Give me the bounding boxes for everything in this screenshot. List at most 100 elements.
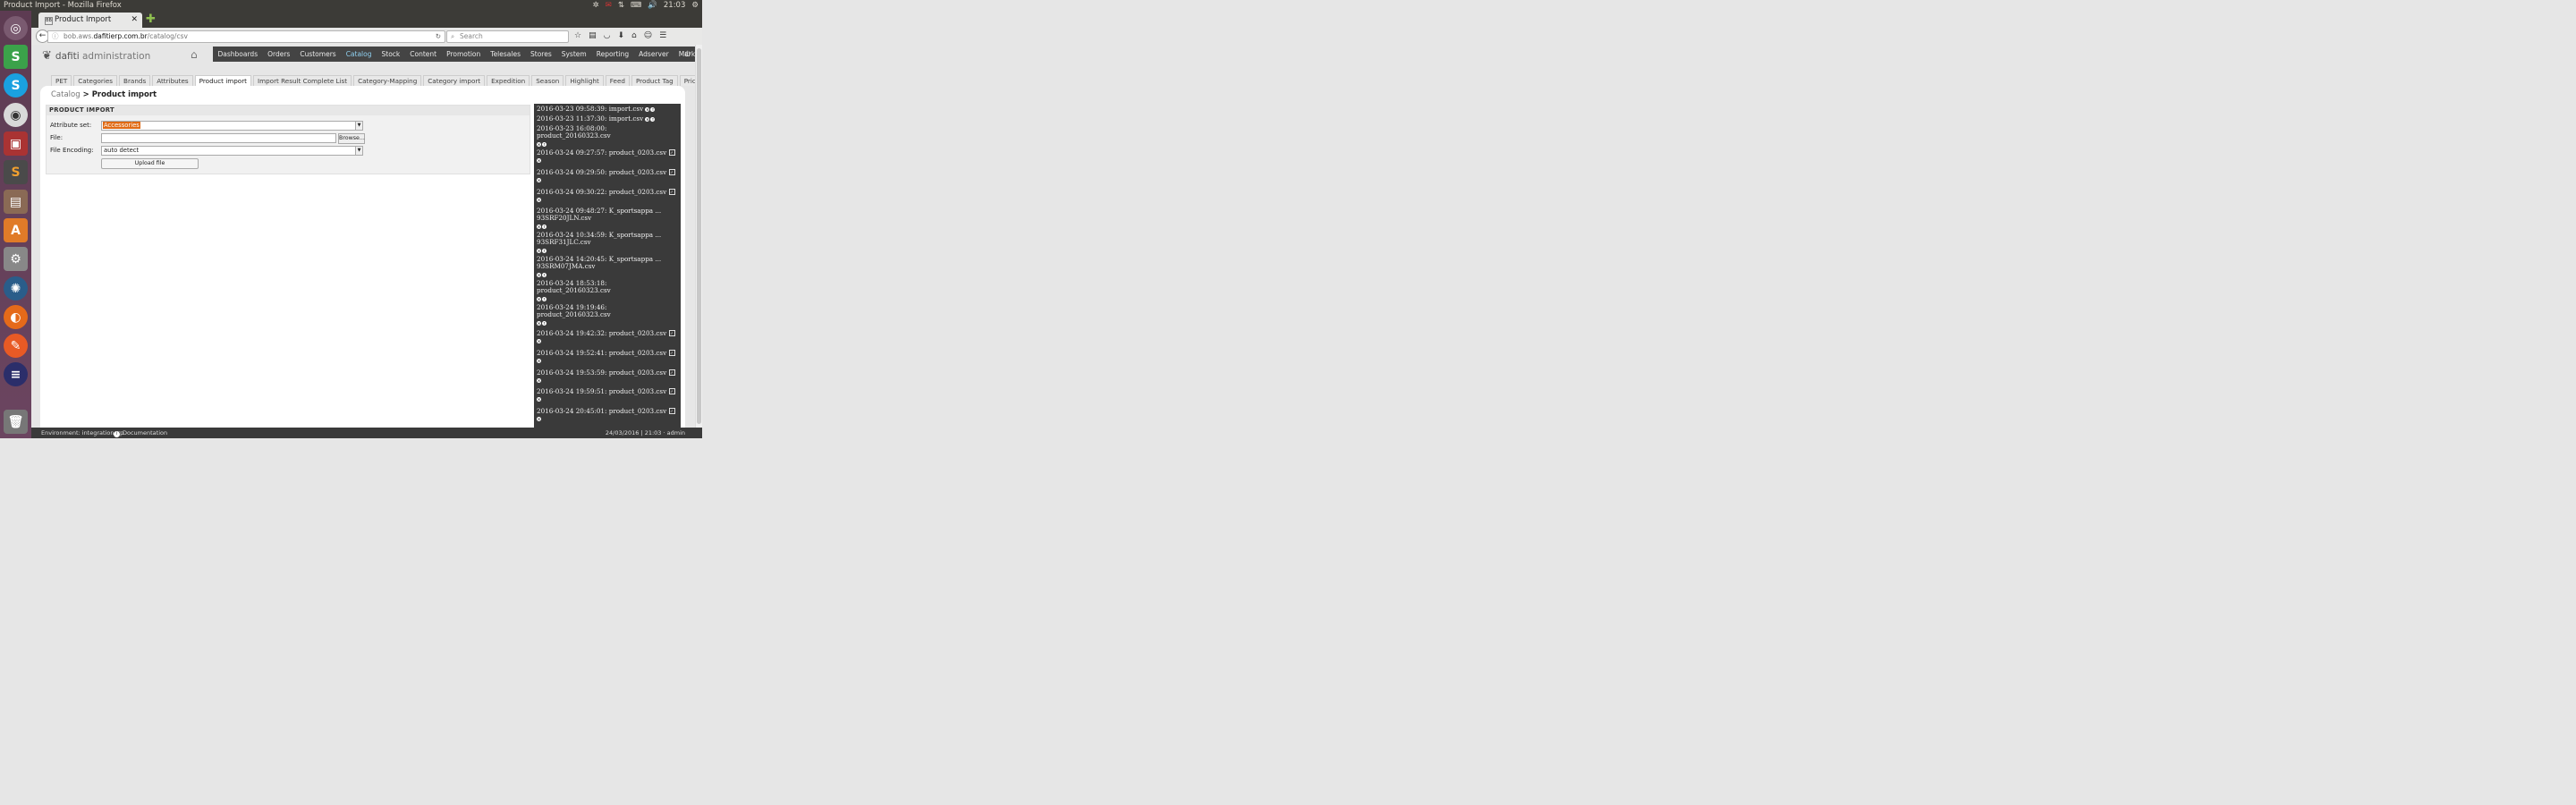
files-icon[interactable]: ▤ [4,190,28,214]
import-log-line[interactable]: 2016-03-24 09:29:50: product_0203.csv [537,168,666,176]
scrollbar-thumb[interactable] [697,48,701,424]
retry-icon[interactable]: ↑ [542,320,547,326]
app-home-icon[interactable]: ⌂ [191,48,198,61]
open-external-icon[interactable]: ↗ [669,369,676,376]
tab-category-import[interactable]: Category import [423,75,486,86]
browser-tab[interactable]: BB Product Import ✕ [38,13,142,28]
site-info-icon[interactable]: ⓘ [52,31,59,42]
delete-icon[interactable]: ✕ [537,224,541,229]
delete-icon[interactable]: ✕ [645,117,650,122]
tab-category-mapping[interactable]: Category-Mapping [353,75,422,86]
delete-icon[interactable]: ✕ [537,359,541,364]
main-nav-item-content[interactable]: Content [405,47,442,62]
open-external-icon[interactable]: ↗ [669,408,676,414]
retry-icon[interactable]: ↑ [542,296,547,301]
main-nav-item-promotion[interactable]: Promotion [442,47,486,62]
open-external-icon[interactable]: ↗ [669,149,676,156]
main-nav-item-adserver[interactable]: Adserver [634,47,674,62]
open-external-icon[interactable]: ↗ [669,388,676,394]
chevron-down-icon[interactable]: ▼ [355,122,362,130]
delete-icon[interactable]: ✕ [537,397,541,402]
delete-icon[interactable]: ✕ [645,107,650,112]
tab-price-schedule[interactable]: Price Schedule [679,75,695,86]
tab-pet[interactable]: PET [51,75,72,86]
reading-list-icon[interactable]: ▤ [589,30,597,43]
delete-icon[interactable]: ✕ [537,272,541,277]
eclipse-icon[interactable]: ≡ [4,362,28,386]
delete-icon[interactable]: ✕ [537,339,541,344]
import-log-filename[interactable]: 93SRF20JLN.csv [537,214,678,222]
software-center-icon[interactable]: A [4,218,28,242]
tab-feed[interactable]: Feed [605,75,630,86]
reload-icon[interactable]: ↻ [436,31,441,42]
clock[interactable]: 21:03 [664,0,686,11]
alert-tray-icon[interactable]: ✉ [606,0,612,11]
sublime-icon[interactable]: S [4,160,28,184]
network-icon[interactable]: ⇅ [618,0,624,11]
delete-icon[interactable]: ✕ [537,248,541,253]
import-log-line[interactable]: 2016-03-24 19:59:51: product_0203.csv [537,387,666,395]
delete-icon[interactable]: ✕ [537,320,541,326]
import-log-line[interactable]: 2016-03-24 19:42:32: product_0203.csv [537,329,666,337]
main-nav-item-orders[interactable]: Orders [263,47,295,62]
app-s-icon[interactable]: S [4,45,28,69]
open-external-icon[interactable]: ↗ [669,169,676,175]
tab-product-tag[interactable]: Product Tag [631,75,678,86]
dash-icon[interactable]: ◎ [4,16,28,40]
import-log-line[interactable]: 2016-03-24 09:30:22: product_0203.csv [537,188,666,196]
attribute-set-select[interactable]: Accessories ▼ [101,121,363,131]
delete-icon[interactable]: ✕ [537,178,541,183]
terminal-red-icon[interactable]: ▣ [4,131,28,156]
main-nav-item-stock[interactable]: Stock [377,47,405,62]
download-icon[interactable]: ⬇ [617,30,624,43]
import-log-line[interactable]: 2016-03-24 20:45:01: product_0203.csv [537,407,666,415]
tab-import-result-complete-list[interactable]: Import Result Complete List [252,75,352,86]
import-log-line[interactable]: 2016-03-23 09:58:39: import.csv [537,105,643,113]
firefox-icon[interactable]: ◐ [4,305,28,329]
main-nav-item-dashboards[interactable]: Dashboards [213,47,263,62]
retry-icon[interactable]: ↑ [542,248,547,253]
breadcrumb-catalog-link[interactable]: Catalog [51,90,80,99]
import-log-line[interactable]: 2016-03-24 19:53:59: product_0203.csv [537,369,666,377]
app-logo[interactable]: ❦ dafiti administration [42,49,150,63]
import-log-filename[interactable]: 93SRM07JMA.csv [537,262,678,270]
delete-icon[interactable]: ✕ [537,141,541,147]
system-settings-icon[interactable]: ⚙ [4,247,28,271]
trash-icon[interactable]: 🗑 [4,410,28,434]
upload-file-button[interactable]: Upload file [101,158,199,169]
tab-close-icon[interactable]: ✕ [131,13,138,28]
menu-icon[interactable]: ☰ [659,30,666,43]
skype-icon[interactable]: S [4,73,28,97]
retry-icon[interactable]: ↑ [542,272,547,277]
power-icon[interactable]: ⚙ [691,0,699,11]
main-nav-item-system[interactable]: System [556,47,591,62]
open-external-icon[interactable]: ↗ [669,189,676,195]
settings-tray-icon[interactable]: ✲ [593,0,599,11]
main-nav-item-customers[interactable]: Customers [295,47,341,62]
tab-product-import[interactable]: Product import [194,75,251,86]
import-log-filename[interactable]: 93SRF31JLC.csv [537,238,678,246]
import-log-line[interactable]: 2016-03-24 19:52:41: product_0203.csv [537,349,666,357]
import-log-line[interactable]: 2016-03-23 11:37:30: import.csv [537,114,643,123]
main-nav-item-reporting[interactable]: Reporting [591,47,633,62]
delete-icon[interactable]: ✕ [537,296,541,301]
file-input[interactable] [101,133,336,143]
import-log-line[interactable]: 2016-03-24 09:27:57: product_0203.csv [537,148,666,157]
home-icon[interactable]: ⌂ [631,30,637,43]
retry-icon[interactable]: ↑ [650,107,656,112]
import-log-filename[interactable]: product_20160323.csv [537,310,678,318]
editor-icon[interactable]: ✎ [4,334,28,358]
browse-button[interactable]: Browse... [338,133,365,144]
chevron-down-icon[interactable]: ▼ [355,147,362,155]
tab-attributes[interactable]: Attributes [152,75,193,86]
bookmark-star-icon[interactable]: ☆ [574,30,581,43]
search-input[interactable]: ⌕ Search [446,30,569,43]
volume-icon[interactable]: 🔊 [648,0,657,11]
delete-icon[interactable]: ✕ [537,158,541,164]
pocket-icon[interactable]: ◡ [604,30,611,43]
documentation-link[interactable]: i Documentation [114,428,167,438]
keyboard-icon[interactable]: ⌨ [631,0,641,11]
chrome-icon[interactable]: ◉ [4,103,28,127]
hello-icon[interactable]: ☺ [644,30,652,43]
delete-icon[interactable]: ✕ [537,378,541,384]
